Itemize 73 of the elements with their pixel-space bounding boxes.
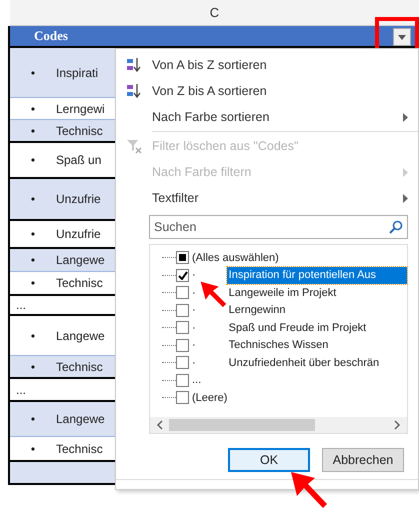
filter-dropdown-button[interactable] [393, 28, 411, 46]
checkbox[interactable] [176, 356, 189, 370]
cell-text: Unzufrie [56, 226, 101, 243]
bullet: • [30, 411, 36, 428]
bullet: • [30, 275, 36, 292]
cell-text: Langewe [56, 252, 105, 269]
submenu-arrow-icon [403, 194, 408, 202]
search-icon [389, 220, 403, 234]
sort-ascending-icon [126, 57, 142, 73]
bullet: • [30, 152, 36, 169]
cell-text: ... [15, 297, 26, 314]
value-item[interactable]: ... [189, 372, 204, 388]
scrollbar-thumb[interactable] [169, 419, 315, 431]
bullet: • [30, 252, 36, 269]
menu-item[interactable]: Von A bis Z sortieren [116, 52, 418, 78]
value-item[interactable]: Inspiration für potentiellen Aus [226, 267, 407, 284]
submenu-arrow-icon [403, 168, 408, 176]
horizontal-scrollbar[interactable] [150, 417, 407, 433]
pointer-arrow [289, 470, 329, 510]
bullet: · [192, 320, 196, 336]
sort-descending-icon [126, 83, 142, 99]
cell-text: Technisc [56, 440, 103, 458]
scroll-right-icon[interactable] [393, 420, 401, 430]
menu-item[interactable]: Von Z bis A sortieren [116, 78, 418, 104]
bullet: · [192, 268, 196, 283]
checkbox[interactable] [176, 338, 189, 352]
value-item[interactable]: (Alles auswählen) [189, 250, 281, 266]
search-box[interactable]: Suchen [149, 215, 408, 239]
pointer-arrow [199, 280, 227, 308]
bullet: • [30, 358, 36, 376]
value-item[interactable]: (Leere) [189, 390, 230, 406]
bullet: • [30, 64, 36, 82]
bullet: · [192, 356, 196, 370]
value-item[interactable]: Unzufriedenheit über beschrän [226, 354, 382, 371]
scroll-left-icon[interactable] [156, 420, 164, 430]
cell-text: Langewe [56, 328, 105, 344]
bullet: · [192, 286, 196, 300]
bullet: · [192, 338, 196, 353]
cell-text: Inspirati [56, 64, 98, 82]
cell-text: Technisc [56, 122, 103, 140]
column-header: C [210, 4, 220, 22]
bullet: • [30, 440, 36, 458]
checkbox[interactable] [176, 251, 189, 264]
bullet: • [30, 100, 36, 118]
value-item[interactable]: Langeweile im Projekt [226, 284, 338, 301]
clear-filter-icon [126, 138, 142, 154]
cell-text: ... [15, 382, 26, 398]
bullet: • [30, 191, 36, 208]
bullet: · [192, 303, 196, 318]
checkbox[interactable] [176, 374, 189, 387]
cell-text: Lerngewi [56, 100, 105, 118]
bullet: • [30, 328, 36, 344]
value-item[interactable]: Technisches Wissen [226, 337, 330, 354]
cell-text: Langewe [56, 411, 105, 428]
dialog-button[interactable]: Abbrechen [322, 448, 404, 472]
value-item[interactable]: Spaß und Freude im Projekt [226, 320, 368, 336]
checkbox[interactable] [176, 321, 189, 334]
bullet: • [30, 122, 36, 140]
caret-icon [398, 34, 406, 40]
value-item[interactable]: Lerngewinn [226, 302, 288, 318]
submenu-arrow-icon [403, 112, 408, 122]
dialog-button[interactable]: OK [228, 448, 310, 472]
cell-text: Spaß un [56, 152, 102, 169]
cell-text: Technisc [56, 275, 103, 292]
bullet: • [30, 226, 36, 243]
menu-item[interactable]: Textfilter [116, 185, 418, 211]
checkbox[interactable] [176, 268, 189, 282]
menu-item[interactable]: Nach Farbe sortieren [116, 104, 418, 130]
checkbox[interactable] [176, 391, 189, 404]
cell-text: Unzufrie [56, 191, 101, 208]
cell-text: Technisc [56, 358, 103, 376]
checkbox[interactable] [176, 286, 189, 300]
checkbox[interactable] [176, 304, 189, 317]
